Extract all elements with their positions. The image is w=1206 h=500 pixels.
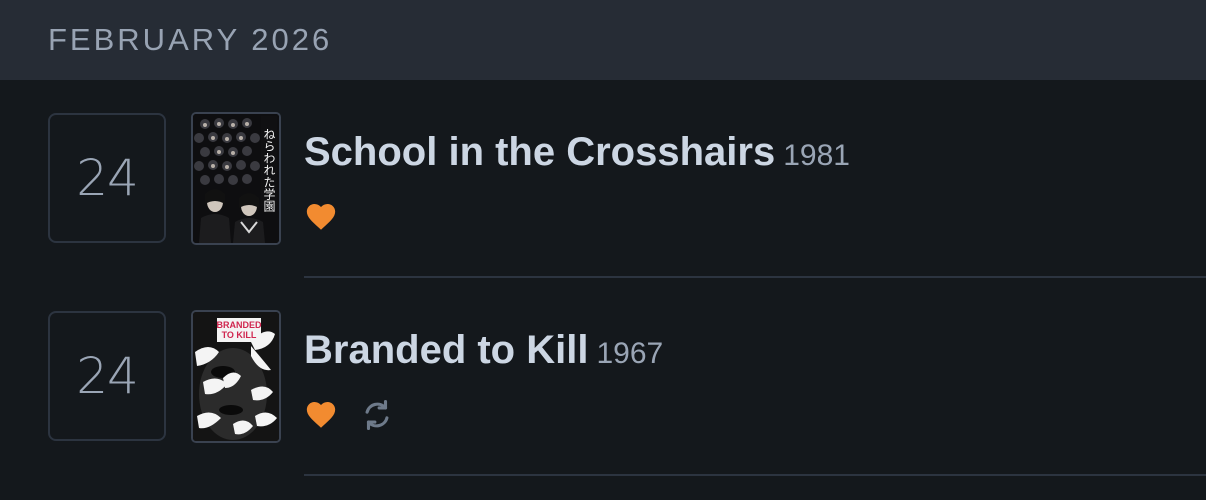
month-label: FEBRUARY 2026 xyxy=(48,22,333,57)
row-divider xyxy=(304,474,1206,476)
rewatch-icon xyxy=(365,399,389,431)
month-header: FEBRUARY 2026 xyxy=(0,0,1206,80)
diary-view: FEBRUARY 2026 24 ねらわれた学園 School in the C… xyxy=(0,0,1206,500)
entry-actions xyxy=(304,398,394,432)
day-box[interactable]: 24 xyxy=(48,311,166,441)
diary-entry[interactable]: 24 ねらわれた学園 School in the Crosshairs 1981 xyxy=(0,80,1206,278)
heart-icon xyxy=(306,401,336,428)
heart-icon xyxy=(306,203,336,230)
poster-title-line-2: TO KILL xyxy=(222,330,257,340)
film-title-line: School in the Crosshairs 1981 xyxy=(304,130,850,175)
film-year[interactable]: 1967 xyxy=(596,337,663,370)
film-title[interactable]: Branded to Kill xyxy=(304,328,588,372)
diary-entry[interactable]: 24 BRANDED TO KILL Branded to Kill 1967 xyxy=(0,278,1206,476)
poster-title-text: ねらわれた学園 xyxy=(262,128,276,212)
poster-art-branded: BRANDED TO KILL xyxy=(193,312,279,441)
film-title-line: Branded to Kill 1967 xyxy=(304,328,663,373)
poster-art-school: ねらわれた学園 xyxy=(193,114,279,243)
film-poster[interactable]: ねらわれた学園 xyxy=(191,112,281,245)
day-box[interactable]: 24 xyxy=(48,113,166,243)
entry-actions xyxy=(304,200,338,234)
poster-title-line-1: BRANDED xyxy=(217,320,263,330)
film-year[interactable]: 1981 xyxy=(783,139,850,172)
film-title[interactable]: School in the Crosshairs xyxy=(304,130,775,174)
film-poster[interactable]: BRANDED TO KILL xyxy=(191,310,281,443)
